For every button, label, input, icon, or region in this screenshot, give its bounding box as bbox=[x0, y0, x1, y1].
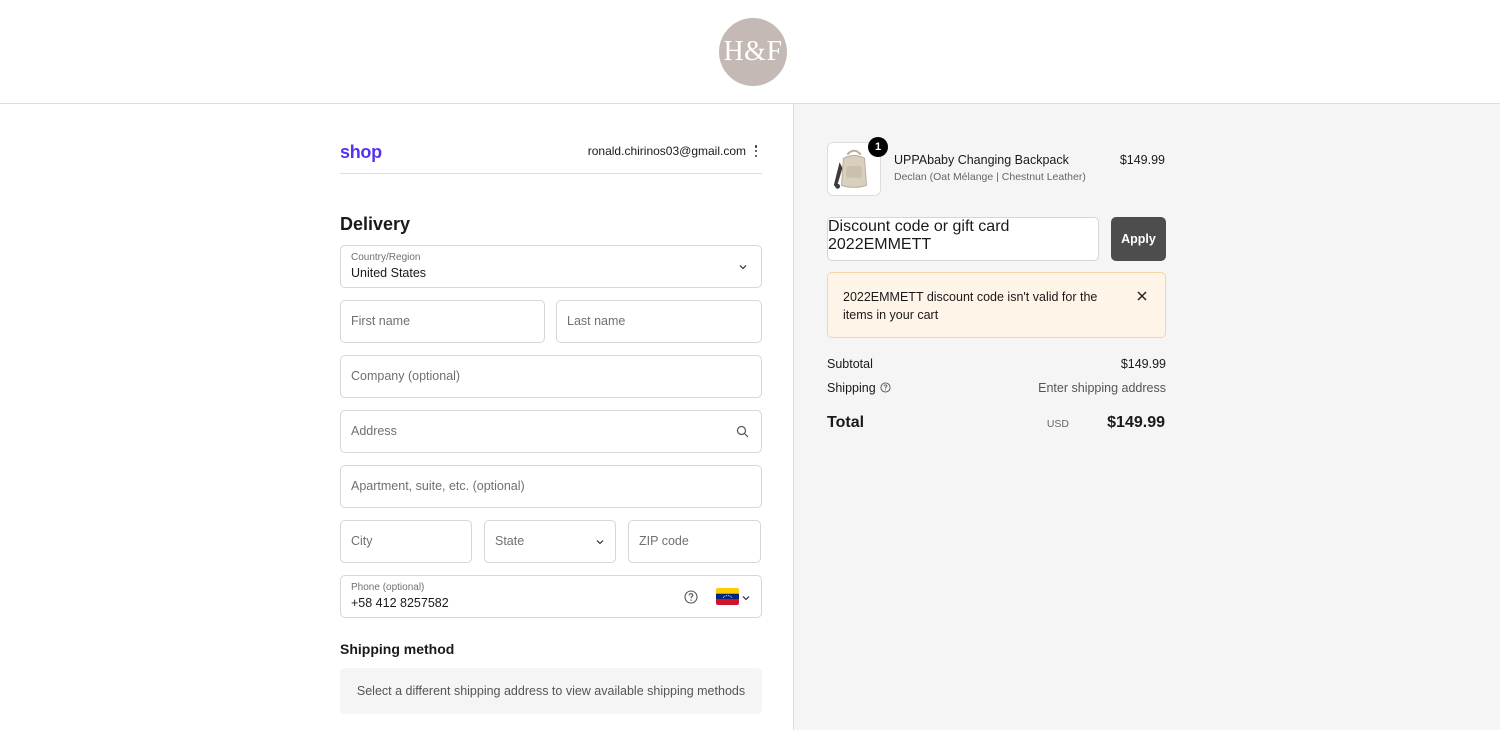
product-price: $149.99 bbox=[1119, 153, 1165, 167]
order-summary: 1 UPPAbaby Changing Backpack Declan (Oat… bbox=[793, 104, 1500, 730]
apartment-placeholder: Apartment, suite, etc. (optional) bbox=[351, 479, 525, 493]
city-field[interactable]: City bbox=[340, 520, 472, 563]
address-placeholder: Address bbox=[351, 424, 397, 438]
total-value: $149.99 bbox=[1107, 414, 1165, 431]
discount-error-banner: 2022EMMETT discount code isn't valid for… bbox=[827, 272, 1166, 338]
quantity-badge: 1 bbox=[868, 137, 888, 157]
site-header: H&F bbox=[0, 0, 1500, 104]
shipping-row: Shipping Enter shipping address bbox=[827, 381, 1166, 395]
chevron-down-icon[interactable] bbox=[741, 593, 751, 603]
venezuela-flag-icon[interactable] bbox=[716, 588, 739, 605]
country-label: Country/Region bbox=[351, 252, 421, 263]
help-icon[interactable] bbox=[880, 382, 891, 393]
product-name: UPPAbaby Changing Backpack bbox=[894, 153, 1069, 167]
close-icon[interactable] bbox=[1136, 289, 1148, 301]
checkout-form: shop ronald.chirinos03@gmail.com Deliver… bbox=[0, 104, 793, 730]
shipping-label: Shipping bbox=[827, 381, 876, 395]
country-value: United States bbox=[351, 266, 427, 280]
subtotal-value: $149.99 bbox=[1120, 357, 1166, 371]
last-name-field[interactable]: Last name bbox=[556, 300, 762, 343]
product-variant: Declan (Oat Mélange | Chestnut Leather) bbox=[894, 171, 1086, 183]
apply-button[interactable]: Apply bbox=[1111, 217, 1166, 261]
country-select[interactable]: Country/Region United States bbox=[340, 245, 762, 288]
total-currency: USD bbox=[1046, 418, 1069, 430]
shipping-method-heading: Shipping method bbox=[340, 641, 455, 657]
phone-value: +58 412 8257582 bbox=[351, 596, 449, 610]
address-field[interactable]: Address bbox=[340, 410, 762, 453]
discount-label: Discount code or gift card bbox=[828, 218, 1010, 235]
total-label: Total bbox=[827, 414, 865, 431]
state-placeholder: State bbox=[495, 534, 525, 548]
company-field[interactable]: Company (optional) bbox=[340, 355, 762, 398]
chevron-down-icon bbox=[738, 262, 748, 272]
phone-field[interactable]: Phone (optional) +58 412 8257582 bbox=[340, 575, 762, 618]
discount-code-field[interactable]: Discount code or gift card 2022EMMETT bbox=[827, 217, 1099, 261]
city-placeholder: City bbox=[351, 534, 373, 548]
delivery-heading: Delivery bbox=[340, 214, 411, 234]
help-icon[interactable] bbox=[684, 590, 698, 604]
discount-error-message: 2022EMMETT discount code isn't valid for… bbox=[843, 290, 1098, 322]
store-logo[interactable]: H&F bbox=[719, 18, 787, 86]
search-icon bbox=[736, 425, 749, 438]
zip-field[interactable]: ZIP code bbox=[628, 520, 761, 563]
shop-pay-bar: shop ronald.chirinos03@gmail.com bbox=[340, 140, 762, 174]
subtotal-label: Subtotal bbox=[827, 357, 873, 371]
first-name-field[interactable]: First name bbox=[340, 300, 545, 343]
chevron-down-icon bbox=[595, 537, 605, 547]
shop-logo[interactable]: shop bbox=[340, 142, 382, 163]
apartment-field[interactable]: Apartment, suite, etc. (optional) bbox=[340, 465, 762, 508]
last-name-placeholder: Last name bbox=[567, 314, 626, 328]
more-options-icon[interactable] bbox=[752, 144, 760, 158]
phone-label: Phone (optional) bbox=[351, 582, 425, 593]
account-email: ronald.chirinos03@gmail.com bbox=[587, 144, 746, 158]
company-placeholder: Company (optional) bbox=[351, 369, 461, 383]
zip-placeholder: ZIP code bbox=[639, 534, 689, 548]
first-name-placeholder: First name bbox=[351, 314, 411, 328]
subtotal-row: Subtotal $149.99 bbox=[827, 357, 1166, 371]
shipping-method-notice: Select a different shipping address to v… bbox=[340, 668, 762, 714]
discount-value: 2022EMMETT bbox=[828, 236, 932, 253]
state-select[interactable]: State bbox=[484, 520, 616, 563]
shipping-value: Enter shipping address bbox=[1038, 381, 1166, 395]
